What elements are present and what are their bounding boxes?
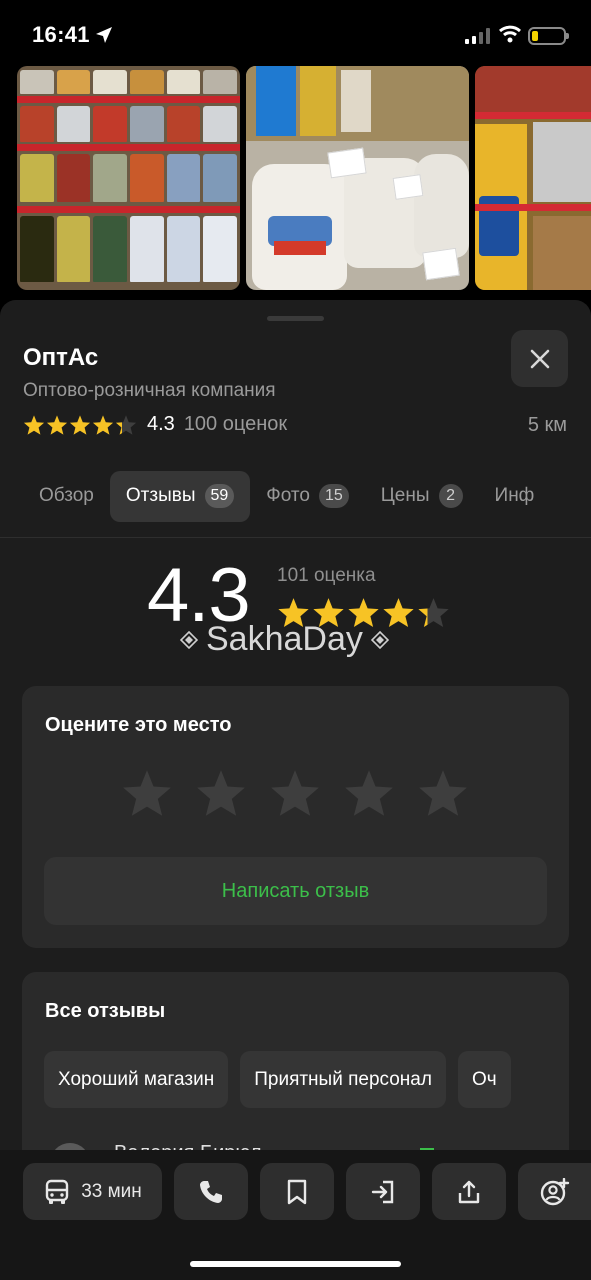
share-icon [458,1180,480,1203]
call-button[interactable] [174,1163,248,1220]
star-rating-1[interactable] [121,768,173,818]
tab-bar: Обзор Отзывы 59 Фото 15 Цены 2 Инф [23,470,591,522]
cellular-signal-icon [465,28,490,44]
rating-value: 4.3 [147,413,175,435]
tab-label: Обзор [39,485,94,506]
bookmark-icon [287,1179,307,1204]
watermark-text: SakhaDay [206,620,363,658]
rate-card-title: Оцените это место [45,714,232,736]
entrance-button[interactable] [346,1163,420,1220]
diamond-ornament-icon [370,630,389,649]
photo-shelves-cans[interactable] [17,66,240,290]
phone-icon [200,1180,222,1203]
divider [0,537,591,538]
home-indicator [190,1261,401,1267]
rating-summary-row[interactable]: 4.3 100 оценок [23,413,287,436]
tab-info[interactable]: Инф [479,471,551,522]
photo-oil-bottles[interactable] [475,66,591,290]
chip-more[interactable]: Оч [457,1051,511,1108]
tab-badge: 59 [204,484,235,508]
watermark: SakhaDay [180,620,389,659]
all-reviews-title: Все отзывы [45,1000,166,1022]
battery-icon [528,27,569,45]
close-icon [530,349,549,368]
star-rating-5[interactable] [417,768,469,818]
review-tag-chips: Хороший магазин Приятный персонал Оч [44,1051,569,1108]
bookmark-button[interactable] [260,1163,334,1220]
overall-rating-count: 101 оценка [277,565,376,586]
small-star-icon [92,414,114,435]
route-button[interactable]: 33 мин [23,1163,162,1220]
rate-place-card: Оцените это место Написать отзыв [22,686,569,948]
tab-reviews[interactable]: Отзывы 59 [109,470,251,522]
tab-label: Цены [380,485,430,506]
sheet-grabber[interactable] [267,316,324,321]
tab-photos[interactable]: Фото 15 [250,471,364,522]
small-star-icon [23,414,45,435]
add-contact-button[interactable] [518,1163,591,1220]
tab-badge: 15 [318,484,349,508]
wifi-icon [499,25,521,43]
star-rating-4[interactable] [343,768,395,818]
tab-label: Инф [494,485,535,506]
tab-label: Отзывы [125,485,196,506]
tab-badge: 2 [438,484,463,508]
tab-label: Фото [266,485,310,506]
photo-flour-sacks[interactable] [246,66,469,290]
bus-icon [46,1179,69,1204]
route-time: 33 мин [81,1180,142,1202]
star-rating-3[interactable] [269,768,321,818]
photo-carousel[interactable] [17,66,591,291]
small-star-icon [69,414,91,435]
rating-input-stars [121,768,469,818]
small-star-icon [115,414,137,435]
chip-good-store[interactable]: Хороший магазин [44,1051,229,1108]
close-button[interactable] [511,330,568,387]
share-button[interactable] [432,1163,506,1220]
big-star-icon [418,598,449,627]
status-time: 16:41 [32,22,90,47]
status-bar: 16:41 [0,0,591,62]
diamond-ornament-icon [180,630,198,649]
location-arrow-icon [96,27,112,43]
rating-count: 100 оценок [183,413,288,435]
tab-prices[interactable]: Цены 2 [365,471,479,522]
bottom-action-bar: 33 мин [0,1150,591,1280]
place-card-sheet: ОптАс Оптово-розничная компания 4.3 100 … [0,300,591,1280]
place-category: Оптово-розничная компания [23,380,276,401]
star-rating-2[interactable] [195,768,247,818]
distance-label: 5 км [527,414,567,436]
enter-icon [371,1180,394,1203]
small-rating-stars [23,414,137,436]
write-review-button[interactable]: Написать отзыв [44,857,547,925]
chip-friendly-staff[interactable]: Приятный персонал [240,1051,446,1108]
small-star-icon [46,414,68,435]
place-name: ОптАс [23,344,99,371]
tab-overview[interactable]: Обзор [23,471,110,522]
add-person-icon [540,1177,569,1205]
